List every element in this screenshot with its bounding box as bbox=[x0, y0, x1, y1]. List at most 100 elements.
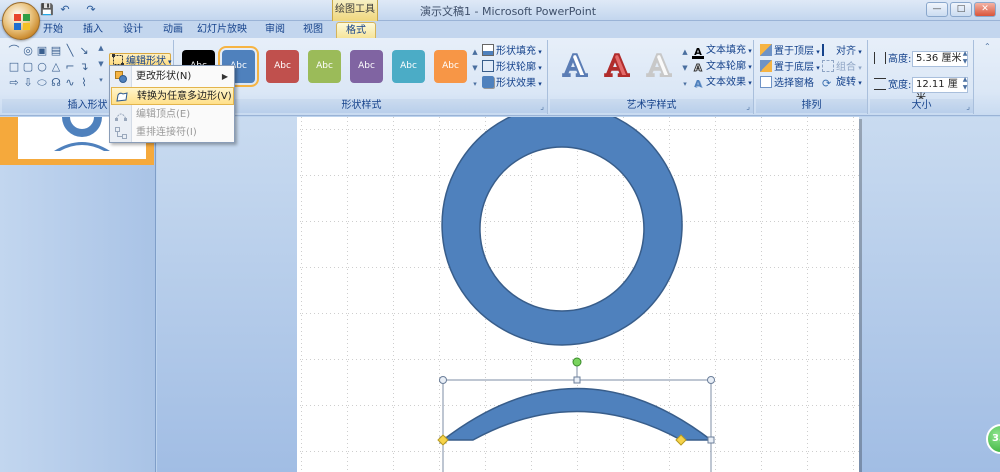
tab-format[interactable]: 格式 bbox=[336, 22, 376, 38]
shape-style-swatch-purple[interactable]: Abc bbox=[350, 50, 383, 83]
selection-pane-icon bbox=[760, 76, 772, 88]
window-title: 演示文稿1 - Microsoft PowerPoint bbox=[420, 5, 597, 18]
contextual-tab-drawing-tools: 绘图工具 bbox=[332, 0, 378, 21]
bring-to-front-button[interactable]: 置于顶层 ▾ bbox=[760, 44, 820, 58]
styles-scroll-down-icon[interactable]: ▼ bbox=[470, 64, 480, 72]
curve-shape-icon[interactable]: ∿ bbox=[64, 77, 76, 89]
dialog-launcher-icon[interactable]: ⌟ bbox=[540, 102, 544, 111]
shapes-scroll-down-icon[interactable]: ▼ bbox=[96, 60, 106, 68]
save-icon[interactable]: 💾 bbox=[40, 3, 54, 17]
elbow-connector-shape-icon[interactable]: ⌐ bbox=[64, 61, 76, 73]
shape-style-swatch-aqua[interactable]: Abc bbox=[392, 50, 425, 83]
shape-fill-button[interactable]: 形状填充 ▾ bbox=[482, 44, 542, 58]
resize-handle-top[interactable] bbox=[573, 376, 581, 384]
tab-view[interactable]: 视图 bbox=[298, 22, 328, 38]
shape-effects-icon bbox=[482, 76, 494, 88]
text-effects-button[interactable]: A 文本效果 ▾ bbox=[692, 76, 752, 90]
height-spinner-icon[interactable]: ▲ ▼ bbox=[960, 50, 970, 66]
callout-shape-icon[interactable]: ☊ bbox=[50, 77, 62, 89]
arc-shape-icon[interactable]: ⌒ bbox=[8, 45, 20, 57]
wordart-more-icon[interactable]: ▾ bbox=[680, 80, 690, 88]
tab-review[interactable]: 审阅 bbox=[260, 22, 290, 38]
tab-animations[interactable]: 动画 bbox=[158, 22, 188, 38]
shapes-scroll-up-icon[interactable]: ▲ bbox=[96, 44, 106, 52]
redo-icon[interactable]: ↷ bbox=[84, 3, 98, 17]
align-button[interactable]: 对齐 ▾ bbox=[822, 44, 862, 58]
title-bar: 💾 ↶ ↷ 绘图工具 演示文稿1 - Microsoft PowerPoint … bbox=[0, 0, 1000, 40]
wordart-scroll-down-icon[interactable]: ▼ bbox=[680, 64, 690, 72]
wordart-style-outline[interactable]: A bbox=[556, 48, 594, 86]
freeform-shape-icon[interactable]: ⌇ bbox=[78, 77, 90, 89]
line-shape-icon[interactable]: ╲ bbox=[64, 45, 76, 57]
resize-handle-top-right[interactable] bbox=[707, 376, 715, 384]
shape-style-swatch-orange[interactable]: Abc bbox=[434, 50, 467, 83]
shapes-gallery[interactable]: ⌒ ◎ ▣ ▤ ╲ ↘ □ ▢ ○ △ ⌐ ↴ ⇨ ⇩ ⬭ ☊ ∿ ⌇ bbox=[6, 43, 104, 93]
maximize-icon[interactable]: □ bbox=[950, 2, 972, 17]
wordart-style-light[interactable]: A bbox=[640, 48, 678, 86]
change-shape-icon bbox=[115, 71, 127, 83]
flowchart-shape-icon[interactable]: ⬭ bbox=[36, 77, 48, 89]
menu-item-change-shape[interactable]: 更改形状(N) ▶ bbox=[111, 68, 234, 86]
office-button[interactable] bbox=[2, 2, 40, 40]
tab-insert[interactable]: 插入 bbox=[78, 22, 108, 38]
shape-style-swatch-red[interactable]: Abc bbox=[266, 50, 299, 83]
styles-more-icon[interactable]: ▾ bbox=[470, 80, 480, 88]
shape-outline-button[interactable]: 形状轮廓 ▾ bbox=[482, 60, 542, 74]
wordart-style-red[interactable]: A bbox=[598, 48, 636, 86]
rectangle-shape-icon[interactable]: □ bbox=[8, 61, 20, 73]
bent-arrow-shape-icon[interactable]: ↴ bbox=[78, 61, 90, 73]
height-label: 高度: bbox=[888, 54, 912, 65]
shape-outline-label: 形状轮廓 bbox=[496, 62, 536, 73]
menu-item-reroute-connectors[interactable]: 重排连接符(I) bbox=[111, 124, 234, 142]
textbox-shape-icon[interactable]: ▤ bbox=[50, 45, 62, 57]
resize-handle-right[interactable] bbox=[707, 436, 715, 444]
ribbon-minimize-icon[interactable]: ⌃ bbox=[984, 42, 991, 51]
minimize-icon[interactable]: — bbox=[926, 2, 948, 17]
send-to-back-icon bbox=[760, 60, 772, 72]
change-shape-label: 更改形状(N) bbox=[136, 71, 192, 82]
slides-panel bbox=[0, 117, 156, 472]
ribbon-tab-row: 开始 插入 设计 动画 幻灯片放映 审阅 视图 格式 bbox=[0, 21, 1000, 38]
slide-canvas[interactable] bbox=[297, 117, 859, 472]
resize-handle-top-left[interactable] bbox=[439, 376, 447, 384]
shape-fill-label: 形状填充 bbox=[496, 46, 536, 57]
rounded-rect-shape-icon[interactable]: ▢ bbox=[22, 61, 34, 73]
height-icon bbox=[874, 52, 886, 64]
tab-home[interactable]: 开始 bbox=[38, 22, 68, 38]
group-objects-button[interactable]: 组合 ▾ bbox=[822, 60, 862, 74]
shape-style-swatch-green[interactable]: Abc bbox=[308, 50, 341, 83]
selection-pane-button[interactable]: 选择窗格 bbox=[760, 76, 814, 90]
group-label-size: 大小 bbox=[870, 99, 973, 113]
edit-shape-menu: 更改形状(N) ▶ 转换为任意多边形(V) 编辑顶点(E) 重排连接符(I) bbox=[109, 65, 235, 143]
size-dialog-launcher-icon[interactable]: ⌟ bbox=[966, 102, 970, 111]
oval-shape-icon[interactable]: ○ bbox=[36, 61, 48, 73]
wordart-dialog-launcher-icon[interactable]: ⌟ bbox=[746, 102, 750, 111]
picture-shape-icon[interactable]: ▣ bbox=[36, 45, 48, 57]
rotate-button[interactable]: ⟳ 旋转 ▾ bbox=[822, 76, 862, 90]
arrow-line-shape-icon[interactable]: ↘ bbox=[78, 45, 90, 57]
triangle-shape-icon[interactable]: △ bbox=[50, 61, 62, 73]
tab-slide-show[interactable]: 幻灯片放映 bbox=[196, 22, 248, 38]
text-fill-button[interactable]: A 文本填充 ▾ bbox=[692, 44, 752, 59]
shapes-more-icon[interactable]: ▾ bbox=[96, 76, 106, 84]
down-arrow-shape-icon[interactable]: ⇩ bbox=[22, 77, 34, 89]
width-spinner-icon[interactable]: ▲ ▼ bbox=[960, 76, 970, 92]
menu-item-edit-points[interactable]: 编辑顶点(E) bbox=[111, 106, 234, 124]
right-arrow-shape-icon[interactable]: ⇨ bbox=[8, 77, 20, 89]
styles-scroll-up-icon[interactable]: ▲ bbox=[470, 48, 480, 56]
text-effects-icon: A bbox=[694, 79, 702, 90]
width-label: 宽度: bbox=[888, 80, 912, 91]
menu-item-convert-to-freeform[interactable]: 转换为任意多边形(V) bbox=[111, 87, 234, 105]
tab-design[interactable]: 设计 bbox=[118, 22, 148, 38]
undo-icon[interactable]: ↶ bbox=[58, 3, 72, 17]
close-icon[interactable]: ✕ bbox=[974, 2, 996, 17]
rotation-handle[interactable] bbox=[572, 357, 582, 367]
donut-shape-icon[interactable]: ◎ bbox=[22, 45, 34, 57]
group-label-arrange: 排列 bbox=[756, 99, 867, 113]
text-outline-button[interactable]: A 文本轮廓 ▾ bbox=[692, 60, 752, 75]
align-icon bbox=[822, 44, 834, 56]
text-effects-label: 文本效果 bbox=[706, 77, 746, 88]
send-to-back-button[interactable]: 置于底层 ▾ bbox=[760, 60, 820, 74]
shape-effects-button[interactable]: 形状效果 ▾ bbox=[482, 76, 542, 90]
wordart-scroll-up-icon[interactable]: ▲ bbox=[680, 48, 690, 56]
